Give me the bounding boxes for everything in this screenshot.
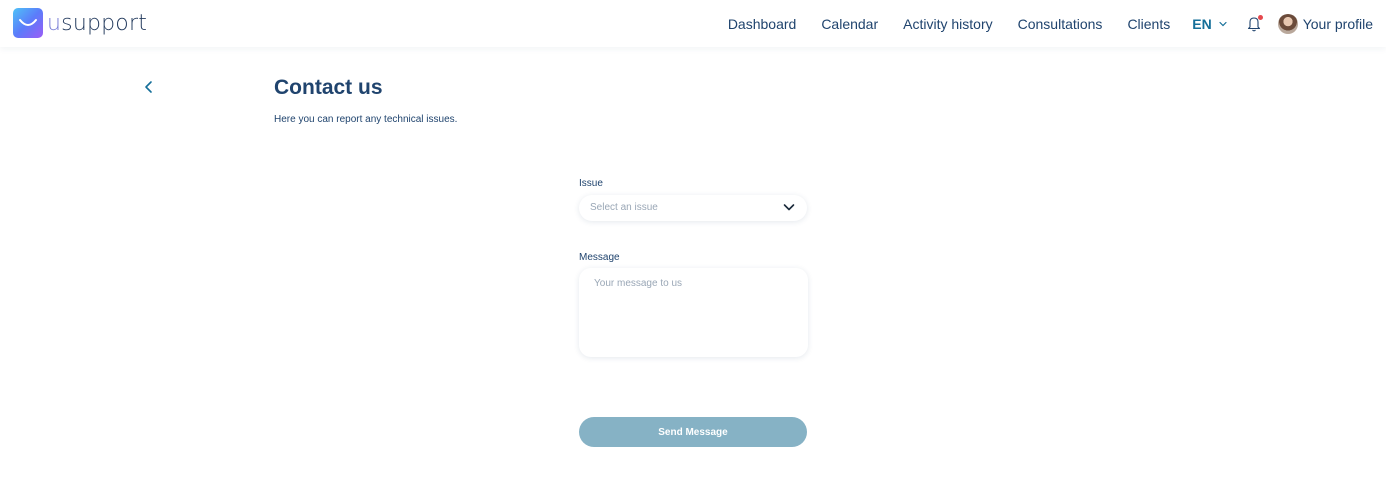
back-button[interactable] (142, 79, 156, 95)
main-nav: Dashboard Calendar Activity history Cons… (703, 0, 1373, 47)
profile-menu[interactable]: Your profile (1277, 13, 1373, 34)
chevron-down-icon (783, 204, 795, 211)
logo-text-rest: support (61, 10, 148, 36)
nav-item-clients[interactable]: Clients (1127, 16, 1170, 32)
nav-item-activity-history[interactable]: Activity history (903, 16, 992, 32)
logo-mark-icon (13, 8, 43, 38)
nav-item-calendar[interactable]: Calendar (821, 16, 878, 32)
chevron-left-icon (145, 81, 152, 93)
profile-label: Your profile (1302, 15, 1373, 32)
page-subtitle: Here you can report any technical issues… (274, 114, 458, 125)
chevron-down-icon (1219, 21, 1227, 26)
send-message-button[interactable]: Send Message (579, 417, 807, 447)
page-title: Contact us (274, 76, 383, 99)
top-navigation-bar: usupport Dashboard Calendar Activity his… (0, 0, 1386, 47)
nav-item-dashboard[interactable]: Dashboard (728, 16, 797, 32)
message-textarea[interactable] (579, 268, 808, 357)
language-selector[interactable]: EN (1192, 15, 1227, 32)
notification-dot (1257, 14, 1263, 20)
message-label: Message (579, 252, 620, 263)
issue-label: Issue (579, 178, 603, 189)
issue-select-placeholder: Select an issue (590, 202, 658, 213)
avatar (1277, 13, 1298, 34)
nav-item-consultations[interactable]: Consultations (1018, 16, 1103, 32)
logo-text-prefix: u (47, 10, 62, 36)
notifications-button[interactable] (1247, 14, 1263, 33)
usupport-logo[interactable]: usupport (13, 8, 147, 38)
language-label: EN (1192, 15, 1212, 32)
issue-select[interactable]: Select an issue (579, 195, 807, 221)
logo-text: usupport (47, 11, 147, 36)
